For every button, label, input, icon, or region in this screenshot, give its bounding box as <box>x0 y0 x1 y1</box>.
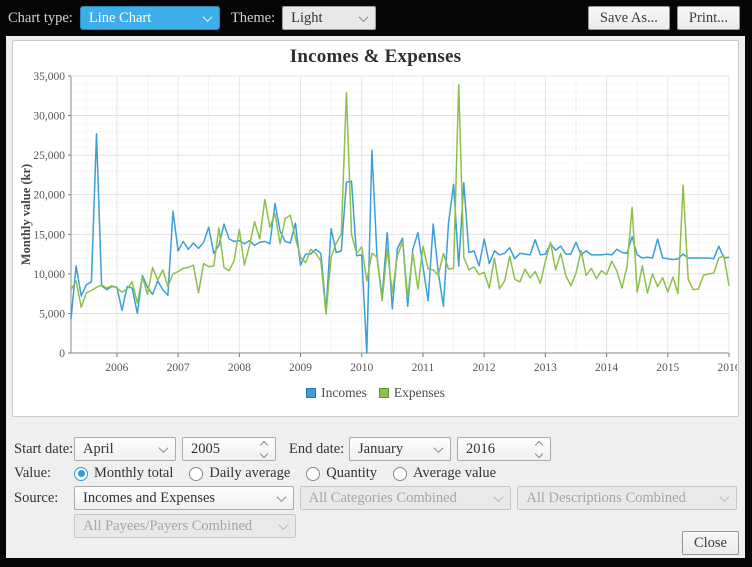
svg-text:2008: 2008 <box>227 362 250 374</box>
descriptions-select: All Descriptions Combined <box>517 486 737 510</box>
svg-text:15,000: 15,000 <box>33 229 65 241</box>
payees-row: All Payees/Payers Combined <box>74 514 737 538</box>
chevron-down-icon <box>494 492 504 502</box>
chart-panel: Incomes & Expenses 0 5,000 10,000 15,000 20,… <box>12 40 739 417</box>
chart-type-label: Chart type: <box>8 10 73 27</box>
svg-text:35,000: 35,000 <box>33 71 65 83</box>
incomes-swatch-icon <box>306 388 316 398</box>
payees-select: All Payees/Payers Combined <box>74 514 296 538</box>
spinner-arrows-icon[interactable] <box>261 442 267 457</box>
start-month-value: April <box>83 441 114 458</box>
spinner-arrows-icon[interactable] <box>536 442 542 457</box>
svg-text:Monthly value (kr): Monthly value (kr) <box>19 164 33 265</box>
source-value: Incomes and Expenses <box>83 490 215 507</box>
theme-select[interactable]: Light <box>282 6 376 30</box>
chevron-down-icon <box>276 492 286 502</box>
svg-text:2006: 2006 <box>105 362 128 374</box>
svg-text:5,000: 5,000 <box>39 308 65 320</box>
chevron-down-icon <box>159 443 169 453</box>
start-month-select[interactable]: April <box>74 437 176 461</box>
end-year-value: 2016 <box>466 441 495 458</box>
value-row: Value: Monthly total Daily average Quant… <box>14 465 737 482</box>
end-month-select[interactable]: January <box>349 437 451 461</box>
categories-select: All Categories Combined <box>300 486 512 510</box>
date-range-row: Start date: April 2005 End date: January… <box>14 437 737 461</box>
legend-item-incomes: Incomes <box>306 385 367 401</box>
svg-text:2010: 2010 <box>350 362 373 374</box>
start-year-value: 2005 <box>191 441 220 458</box>
svg-text:20,000: 20,000 <box>33 190 65 202</box>
svg-text:10,000: 10,000 <box>33 269 65 281</box>
radio-label: Average value <box>413 465 496 482</box>
end-date-label: End date: <box>289 441 345 458</box>
save-as-button[interactable]: Save As... <box>588 6 670 30</box>
radio-label: Quantity <box>326 465 377 482</box>
radio-icon <box>306 467 320 481</box>
svg-text:2007: 2007 <box>166 362 189 374</box>
chevron-down-icon <box>202 12 212 22</box>
chart-type-value: Line Chart <box>89 10 151 27</box>
print-button[interactable]: Print... <box>677 6 740 30</box>
close-button[interactable]: Close <box>682 531 739 555</box>
radio-daily-average[interactable]: Daily average <box>189 465 290 482</box>
legend-label-incomes: Incomes <box>321 385 367 401</box>
chevron-down-icon <box>279 520 289 530</box>
categories-value: All Categories Combined <box>309 490 457 507</box>
end-month-value: January <box>358 441 403 458</box>
radio-icon <box>74 467 88 481</box>
svg-text:2016: 2016 <box>717 362 737 374</box>
svg-text:2009: 2009 <box>289 362 312 374</box>
svg-text:2014: 2014 <box>595 362 618 374</box>
svg-text:25,000: 25,000 <box>33 150 65 162</box>
svg-text:0: 0 <box>59 348 65 360</box>
controls: Start date: April 2005 End date: January… <box>6 417 745 538</box>
payees-value: All Payees/Payers Combined <box>83 518 252 535</box>
radio-icon <box>189 467 203 481</box>
svg-text:2011: 2011 <box>411 362 434 374</box>
chart-title: Incomes & Expenses <box>13 46 738 68</box>
chevron-down-icon <box>359 12 369 22</box>
svg-text:2013: 2013 <box>533 362 556 374</box>
radio-quantity[interactable]: Quantity <box>306 465 377 482</box>
legend-item-expenses: Expenses <box>379 385 445 401</box>
source-label: Source: <box>14 490 74 507</box>
toolbar: Chart type: Line Chart Theme: Light Save… <box>0 0 752 36</box>
descriptions-value: All Descriptions Combined <box>526 490 686 507</box>
radio-icon <box>393 467 407 481</box>
chevron-down-icon <box>434 443 444 453</box>
radio-average-value[interactable]: Average value <box>393 465 496 482</box>
expenses-swatch-icon <box>379 388 389 398</box>
legend-label-expenses: Expenses <box>394 385 445 401</box>
start-year-spinner[interactable]: 2005 <box>182 437 276 461</box>
source-row: Source: Incomes and Expenses All Categor… <box>14 486 737 510</box>
theme-value: Light <box>291 10 322 27</box>
theme-label: Theme: <box>231 10 275 27</box>
chevron-down-icon <box>720 492 730 502</box>
value-label: Value: <box>14 465 74 482</box>
line-chart: 0 5,000 10,000 15,000 20,000 25,000 30,000 35,0… <box>15 68 737 384</box>
radio-monthly-total[interactable]: Monthly total <box>74 465 173 482</box>
start-date-label: Start date: <box>14 441 74 458</box>
chart-type-select[interactable]: Line Chart <box>80 6 220 30</box>
source-select[interactable]: Incomes and Expenses <box>74 486 294 510</box>
dialog-body: Incomes & Expenses 0 5,000 10,000 15,000 20,… <box>6 36 745 558</box>
svg-text:2015: 2015 <box>656 362 679 374</box>
svg-text:2012: 2012 <box>472 362 495 374</box>
end-year-spinner[interactable]: 2016 <box>457 437 551 461</box>
radio-label: Monthly total <box>94 465 173 482</box>
radio-label: Daily average <box>209 465 290 482</box>
chart-legend: Incomes Expenses <box>13 385 738 401</box>
svg-text:30,000: 30,000 <box>33 111 65 123</box>
